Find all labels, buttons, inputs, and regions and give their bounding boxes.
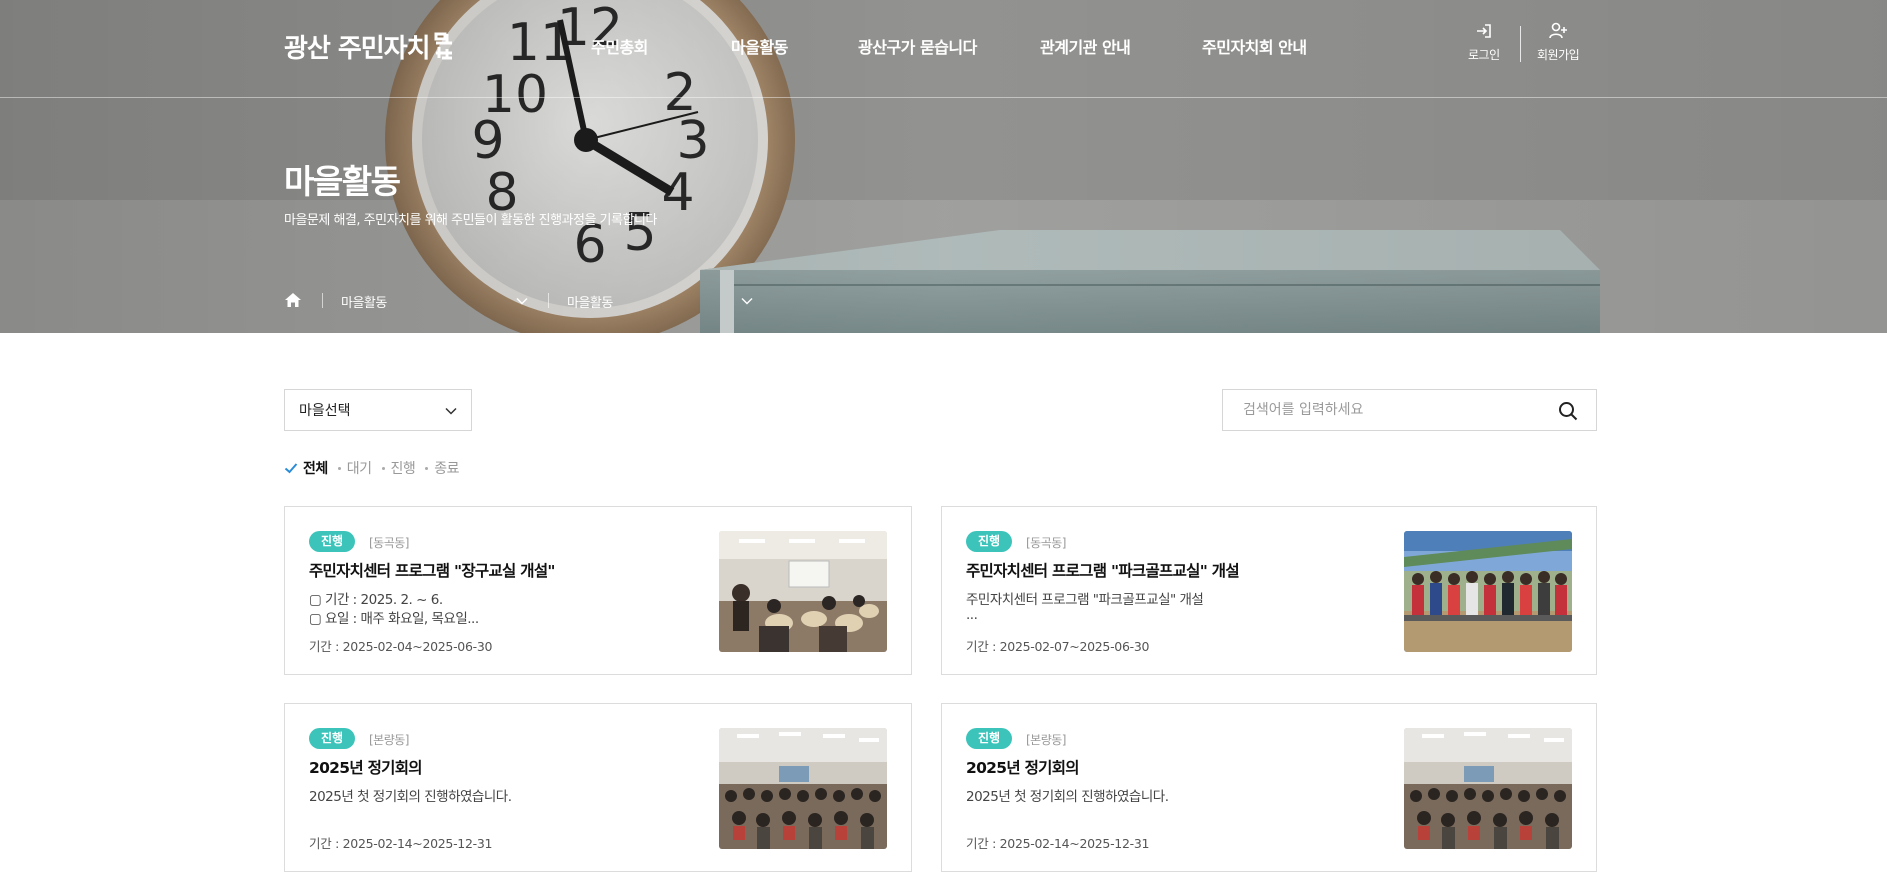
card-summary-line: 2025년 첫 정기회의 진행하였습니다. xyxy=(966,789,1169,805)
breadcrumb-depth2[interactable]: 마을활동 xyxy=(567,292,613,311)
logo-text: 광산 주민자치 xyxy=(284,33,431,64)
village-select-value: 마을선택 xyxy=(299,403,351,419)
card-title: 주민자치센터 프로그램 "장구교실 개설" xyxy=(309,562,556,580)
status-badge: 진행 xyxy=(966,728,1013,749)
group-outdoor-photo-icon xyxy=(1404,531,1572,652)
filter-in-progress-label: 진행 xyxy=(390,461,416,477)
user-plus-icon xyxy=(1549,22,1568,39)
card-title: 주민자치센터 프로그램 "파크골프교실" 개설 xyxy=(966,562,1240,580)
card-summary-line: 2025년 첫 정기회의 진행하였습니다. xyxy=(309,789,512,805)
meeting-hall-photo-icon xyxy=(1404,728,1572,849)
status-badge: 진행 xyxy=(966,531,1013,552)
util-divider xyxy=(1520,26,1521,62)
login-icon xyxy=(1476,24,1491,38)
card-thumbnail xyxy=(719,531,887,652)
card-summary-line: ▢ 기간 : 2025. 2. ~ 6. xyxy=(309,592,443,608)
login-label: 로그인 xyxy=(1468,48,1500,62)
search-input[interactable] xyxy=(1223,390,1543,430)
search-icon[interactable] xyxy=(1558,401,1578,421)
filter-waiting-label: 대기 xyxy=(346,461,372,477)
card-summary-line: 주민자치센터 프로그램 "파크골프교실" 개설 xyxy=(966,592,1204,608)
activity-card[interactable]: 진행 [동곡동] 주민자치센터 프로그램 "장구교실 개설" ▢ 기간 : 20… xyxy=(284,506,912,675)
page-title: 마을활동 xyxy=(284,162,401,201)
activity-card[interactable]: 진행 [본량동] 2025년 정기회의 2025년 첫 정기회의 진행하였습니다… xyxy=(941,703,1597,872)
signup-link[interactable]: 회원가입 xyxy=(1537,22,1580,70)
card-summary-line: ... xyxy=(966,607,978,623)
home-icon[interactable] xyxy=(284,291,302,309)
card-period: 기간 : 2025-02-14~2025-12-31 xyxy=(309,836,493,851)
page-description: 마을문제 해결, 주민자치를 위해 주민들이 활동한 진행과정을 기록합니다 xyxy=(284,213,657,228)
card-title: 2025년 정기회의 xyxy=(966,759,1080,777)
filter-ended-label: 종료 xyxy=(434,461,460,477)
card-region: [본량동] xyxy=(1026,733,1066,747)
card-summary-line: ▢ 요일 : 매주 화요일, 목요일... xyxy=(309,611,479,627)
classroom-drum-photo-icon xyxy=(719,531,887,652)
search-box xyxy=(1222,389,1597,431)
filter-in-progress[interactable]: 진행 xyxy=(381,458,416,478)
card-period: 기간 : 2025-02-04~2025-06-30 xyxy=(309,639,493,654)
nav-item-gwangsan-asks[interactable]: 광산구가 묻습니다 xyxy=(858,34,977,58)
signup-label: 회원가입 xyxy=(1537,48,1580,62)
card-region: [동곡동] xyxy=(369,536,409,550)
breadcrumb-depth1[interactable]: 마을활동 xyxy=(341,292,387,311)
site-logo[interactable]: 광산 주민자치 xyxy=(284,28,455,64)
card-region: [본량동] xyxy=(369,733,409,747)
status-badge: 진행 xyxy=(309,728,356,749)
card-thumbnail xyxy=(719,728,887,849)
filter-ended[interactable]: 종료 xyxy=(425,458,460,478)
filter-all[interactable]: 전체 xyxy=(284,458,328,478)
nav-item-committee-info[interactable]: 주민자치회 안내 xyxy=(1202,34,1307,58)
status-filter: 전체 대기 진행 종료 xyxy=(284,458,469,478)
site-header: 광산 주민자치 주민총회 마을활동 광산구가 묻습니다 관계기관 안내 주민자치… xyxy=(0,0,1887,98)
card-title: 2025년 정기회의 xyxy=(309,759,423,777)
breadcrumb: 마을활동 마을활동 xyxy=(284,290,764,312)
nav-item-related-agencies[interactable]: 관계기관 안내 xyxy=(1040,34,1131,58)
chevron-down-icon[interactable] xyxy=(740,294,754,308)
activity-card[interactable]: 진행 [본량동] 2025년 정기회의 2025년 첫 정기회의 진행하였습니다… xyxy=(284,703,912,872)
card-period: 기간 : 2025-02-14~2025-12-31 xyxy=(966,836,1150,851)
hero-banner: 12 2 3 4 5 6 8 9 10 11 광산 주민자치 주민총회 xyxy=(0,0,1887,333)
login-link[interactable]: 로그인 xyxy=(1468,22,1500,70)
chevron-down-icon[interactable] xyxy=(515,294,529,308)
village-select[interactable]: 마을선택 xyxy=(284,389,472,431)
filter-all-label: 전체 xyxy=(303,461,328,477)
card-period: 기간 : 2025-02-07~2025-06-30 xyxy=(966,639,1150,654)
filter-waiting[interactable]: 대기 xyxy=(337,458,372,478)
nav-item-village-activities[interactable]: 마을활동 xyxy=(731,34,788,58)
chevron-down-icon xyxy=(445,407,457,415)
nav-item-general-assembly[interactable]: 주민총회 xyxy=(591,34,648,58)
logo-road-mark-icon xyxy=(434,32,452,60)
card-thumbnail xyxy=(1404,728,1572,849)
check-icon xyxy=(284,463,298,474)
meeting-hall-photo-icon xyxy=(719,728,887,849)
activity-card[interactable]: 진행 [동곡동] 주민자치센터 프로그램 "파크골프교실" 개설 주민자치센터 … xyxy=(941,506,1597,675)
status-badge: 진행 xyxy=(309,531,356,552)
card-region: [동곡동] xyxy=(1026,536,1066,550)
card-thumbnail xyxy=(1404,531,1572,652)
